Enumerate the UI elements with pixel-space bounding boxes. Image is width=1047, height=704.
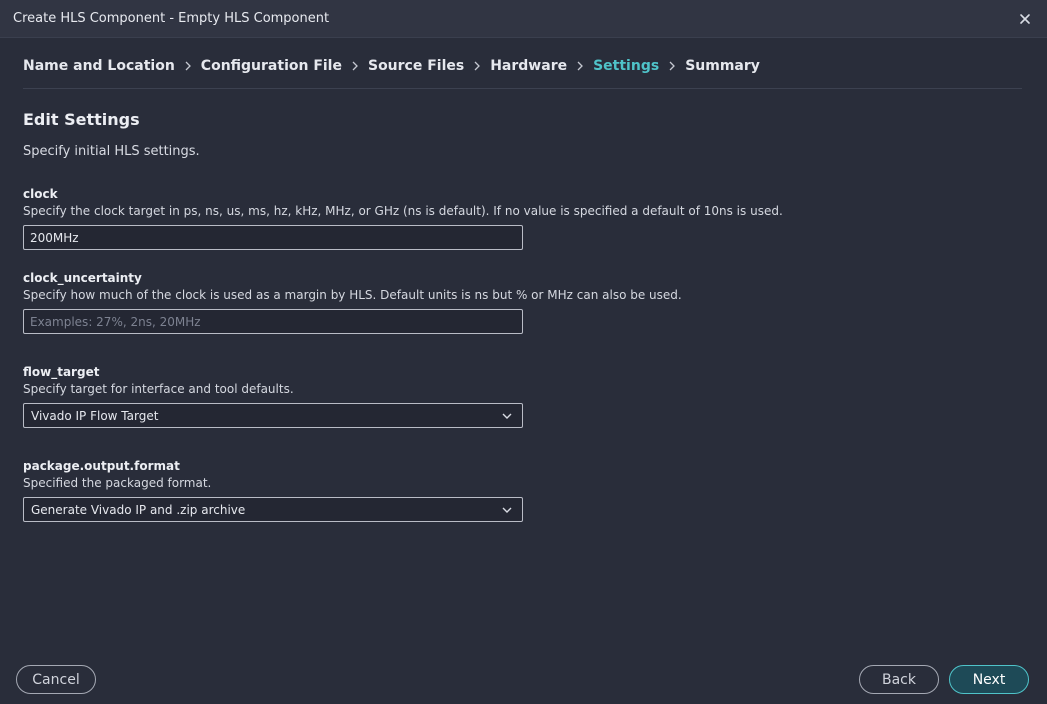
clock-label: clock <box>23 187 58 201</box>
clock-uncertainty-label: clock_uncertainty <box>23 271 142 285</box>
cancel-button[interactable]: Cancel <box>16 665 96 694</box>
flow-target-label: flow_target <box>23 365 100 379</box>
package-output-format-select[interactable]: Generate Vivado IP and .zip archive <box>23 497 523 522</box>
chevron-down-icon <box>502 507 512 513</box>
flow-target-description: Specify target for interface and tool de… <box>23 382 294 396</box>
clock-description: Specify the clock target in ps, ns, us, … <box>23 204 783 218</box>
dialog-window: Create HLS Component - Empty HLS Compone… <box>0 0 1047 704</box>
step-configuration-file[interactable]: Configuration File <box>201 58 342 74</box>
chevron-right-icon <box>175 60 201 72</box>
chevron-right-icon <box>464 60 490 72</box>
chevron-down-icon <box>502 413 512 419</box>
next-button[interactable]: Next <box>949 665 1029 694</box>
back-button[interactable]: Back <box>859 665 939 694</box>
chevron-right-icon <box>567 60 593 72</box>
clock-input[interactable] <box>23 225 523 250</box>
page-subtitle: Specify initial HLS settings. <box>23 144 200 159</box>
page-title: Edit Settings <box>23 110 140 129</box>
flow-target-select[interactable]: Vivado IP Flow Target <box>23 403 523 428</box>
step-hardware[interactable]: Hardware <box>490 58 567 74</box>
step-summary[interactable]: Summary <box>685 58 760 74</box>
step-source-files[interactable]: Source Files <box>368 58 464 74</box>
clock-uncertainty-description: Specify how much of the clock is used as… <box>23 288 682 302</box>
clock-uncertainty-input[interactable] <box>23 309 523 334</box>
step-name-and-location[interactable]: Name and Location <box>23 58 175 74</box>
flow-target-selected-value: Vivado IP Flow Target <box>31 409 159 423</box>
wizard-breadcrumb: Name and Location Configuration File Sou… <box>23 56 760 76</box>
package-output-format-description: Specified the packaged format. <box>23 476 212 490</box>
window-title: Create HLS Component - Empty HLS Compone… <box>13 11 330 26</box>
step-settings[interactable]: Settings <box>593 58 659 74</box>
package-output-format-label: package.output.format <box>23 459 180 473</box>
package-output-format-selected-value: Generate Vivado IP and .zip archive <box>31 503 246 517</box>
chevron-right-icon <box>342 60 368 72</box>
titlebar: Create HLS Component - Empty HLS Compone… <box>0 0 1047 38</box>
close-button[interactable] <box>1015 9 1035 29</box>
close-icon <box>1020 14 1030 24</box>
chevron-right-icon <box>659 60 685 72</box>
header-divider <box>23 88 1022 89</box>
